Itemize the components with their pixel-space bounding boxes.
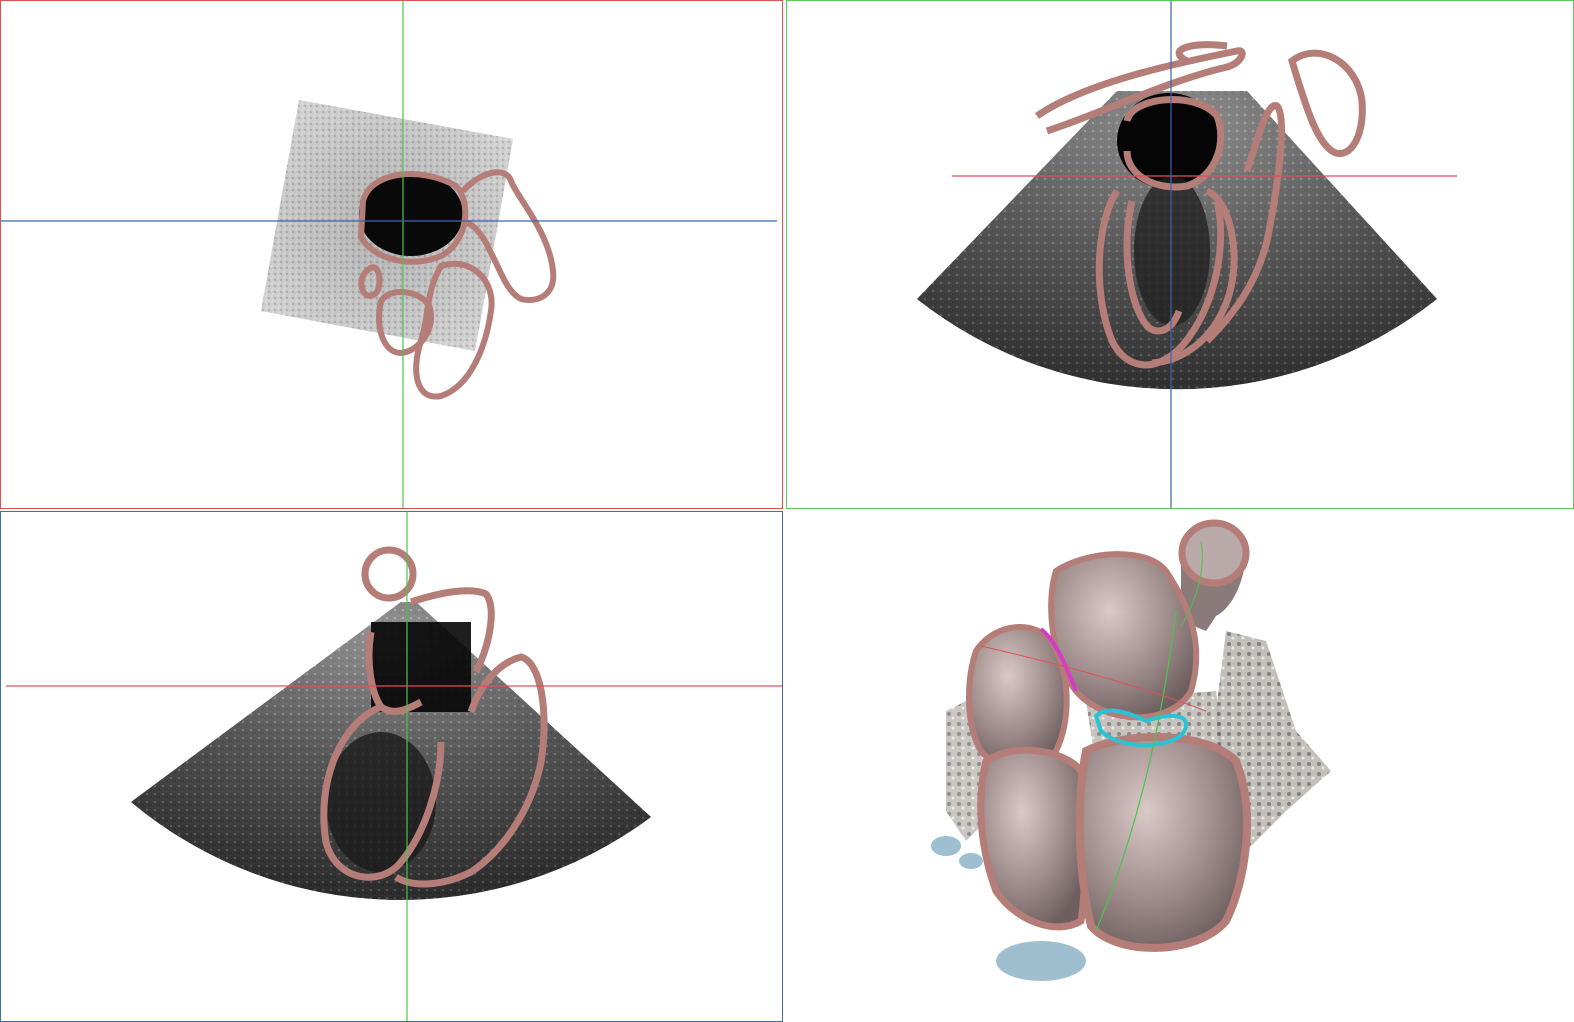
coronal-viewport[interactable]	[0, 511, 783, 1022]
axial-viewport[interactable]	[0, 0, 783, 509]
left-ventricle-dark	[1134, 176, 1210, 326]
heart-3d-render[interactable]	[786, 511, 1574, 1022]
axial-slice-canvas[interactable]	[1, 1, 783, 509]
render-3d-viewport[interactable]	[786, 511, 1574, 1022]
sagittal-slice-canvas[interactable]	[787, 1, 1574, 509]
left-ventricle-3d	[1075, 733, 1251, 952]
ventricle-dark	[326, 732, 436, 872]
coronal-slice-canvas[interactable]	[1, 512, 783, 1022]
right-ventricle-3d	[977, 746, 1089, 931]
coronal-ultrasound-sector	[131, 602, 651, 900]
sagittal-viewport[interactable]	[786, 0, 1574, 509]
right-atrium-3d	[966, 624, 1070, 769]
left-atrium-3d	[1048, 551, 1200, 721]
atrium-dark	[371, 622, 471, 712]
